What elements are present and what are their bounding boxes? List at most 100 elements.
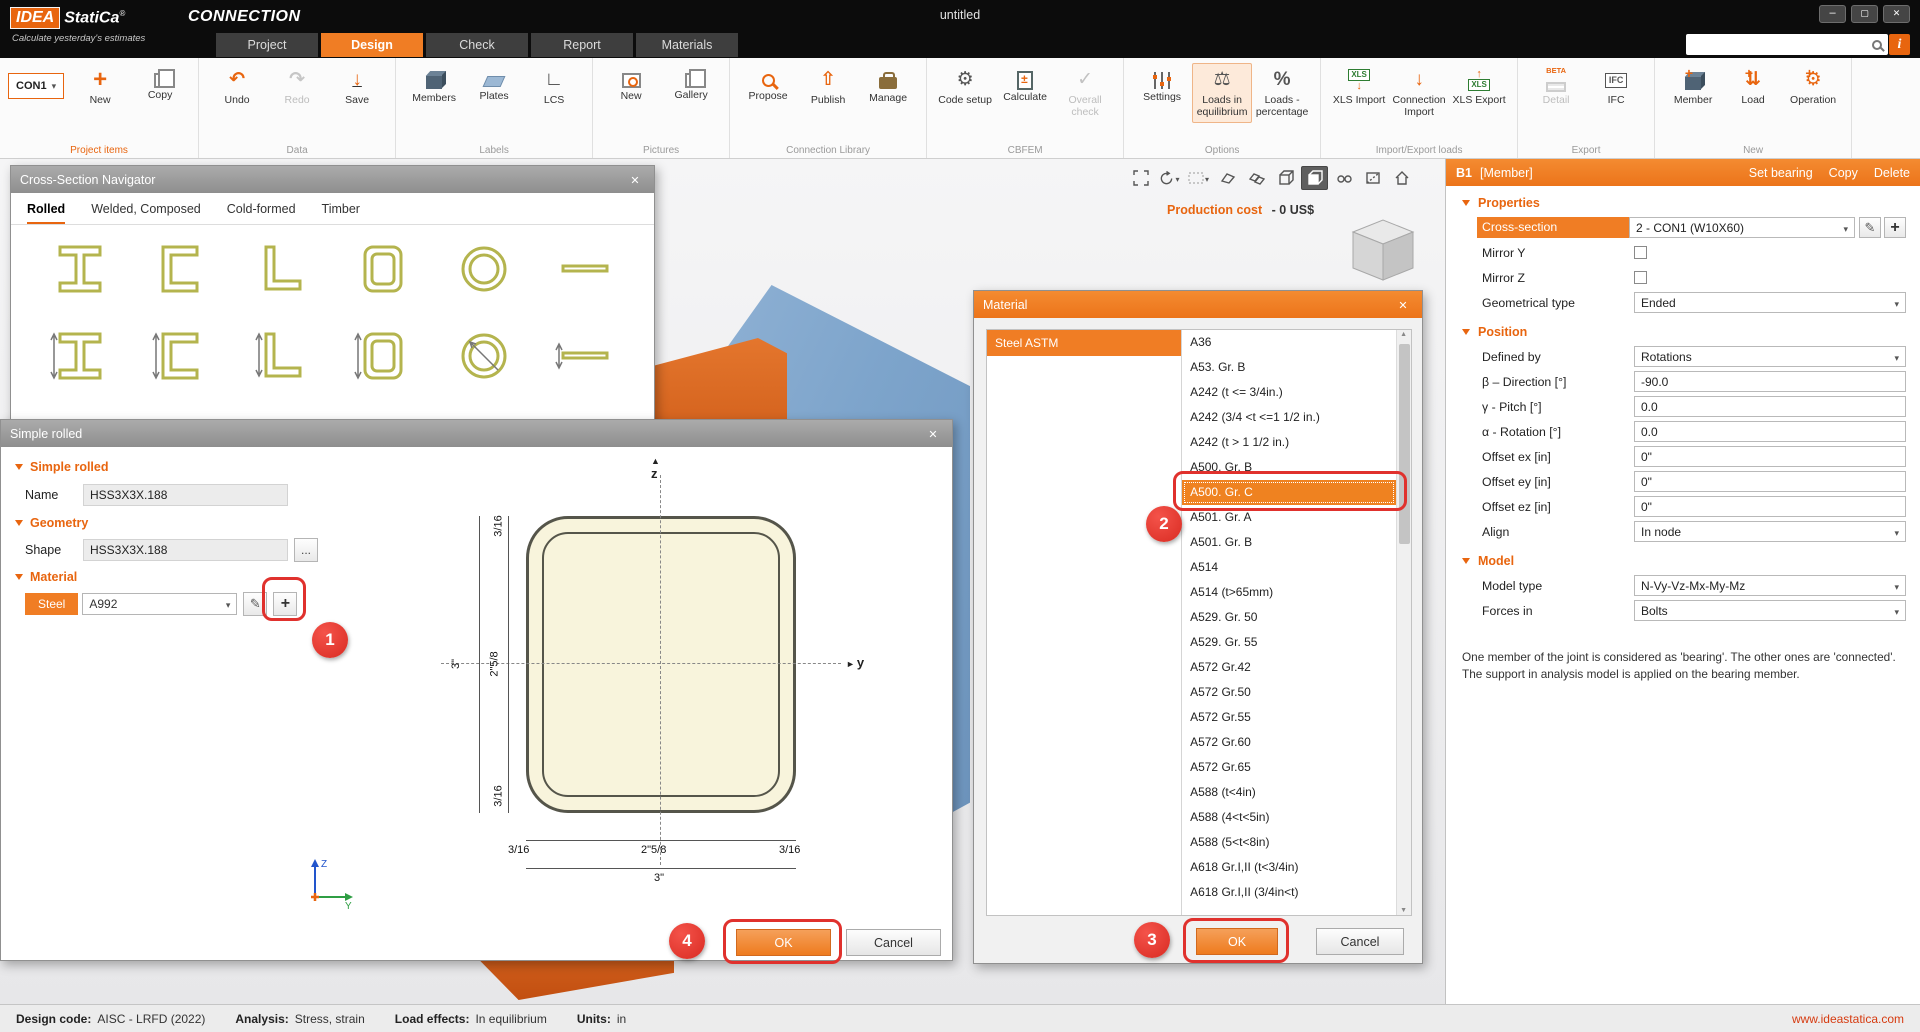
manage-button[interactable]: Manage (858, 63, 918, 109)
add-cross-section-button[interactable] (1884, 217, 1906, 238)
navigator-tab-rolled[interactable]: Rolled (27, 202, 65, 224)
material-grade-item[interactable]: A618 Gr.I,II (t<3/4in) (1182, 855, 1396, 880)
collapse-triangle-icon[interactable] (1462, 558, 1470, 564)
material-grade-item[interactable]: A529. Gr. 55 (1182, 630, 1396, 655)
wireframe-view-icon[interactable] (1330, 166, 1357, 190)
material-grade-item[interactable]: A242 (t > 1 1/2 in.) (1182, 430, 1396, 455)
scrollbar[interactable] (1396, 330, 1411, 915)
material-grade-item[interactable]: A572 Gr.65 (1182, 755, 1396, 780)
settings-button[interactable]: Settings (1132, 63, 1192, 108)
mirror-z-checkbox[interactable] (1634, 271, 1647, 284)
material-category-item[interactable]: Steel ASTM (987, 330, 1181, 356)
shape-input[interactable]: HSS3X3X.188 (83, 539, 288, 561)
new-operation-button[interactable]: + Operation (1783, 63, 1843, 111)
lcs-button[interactable]: LCS (524, 63, 584, 111)
fullscreen-icon[interactable] (1127, 166, 1154, 190)
navigator-titlebar[interactable]: Cross-Section Navigator (11, 166, 654, 193)
navigator-tab-welded-composed[interactable]: Welded, Composed (91, 202, 201, 224)
material-grade-item[interactable]: A572 Gr.42 (1182, 655, 1396, 680)
collapse-triangle-icon[interactable] (15, 574, 23, 580)
tab-project[interactable]: Project (216, 33, 318, 57)
members-labels-button[interactable]: Members (404, 63, 464, 109)
collapse-triangle-icon[interactable] (1462, 329, 1470, 335)
material-grade-item[interactable]: A588 (5<t<8in) (1182, 830, 1396, 855)
tab-report[interactable]: Report (531, 33, 633, 57)
section-shape-channel[interactable] (149, 237, 213, 304)
section-shape-angle[interactable] (250, 237, 314, 304)
new-picture-button[interactable]: New (601, 63, 661, 107)
marquee-select-icon[interactable] (1185, 166, 1212, 190)
material-select[interactable]: A992 (82, 593, 237, 615)
tab-materials[interactable]: Materials (636, 33, 738, 57)
section-shape-flat-bar-dim[interactable] (553, 324, 617, 391)
defined-by-select[interactable]: Rotations (1634, 346, 1906, 367)
material-grade-item[interactable]: A514 (1182, 555, 1396, 580)
material-grade-item[interactable]: A572 Gr.55 (1182, 705, 1396, 730)
orientation-cube[interactable] (1340, 210, 1426, 289)
mirror-y-checkbox[interactable] (1634, 246, 1647, 259)
material-grade-item[interactable]: A618 Gr.I,II (3/4in<t) (1182, 880, 1396, 905)
close-icon[interactable] (625, 173, 645, 187)
material-grade-item[interactable]: A514 (t>65mm) (1182, 580, 1396, 605)
website-link[interactable]: www.ideastatica.com (1792, 1012, 1904, 1026)
simple-rolled-titlebar[interactable]: Simple rolled (1, 420, 952, 447)
gallery-button[interactable]: Gallery (661, 63, 721, 106)
material-grade-item[interactable]: A572 Gr.60 (1182, 730, 1396, 755)
material-grade-item[interactable]: A242 (3/4 <t <=1 1/2 in.) (1182, 405, 1396, 430)
navigator-tab-timber[interactable]: Timber (322, 202, 360, 224)
plates-labels-button[interactable]: Plates (464, 63, 524, 107)
copy-member-button[interactable]: Copy (1829, 166, 1858, 180)
zoom-home-icon[interactable] (1388, 166, 1415, 190)
close-icon[interactable] (923, 427, 943, 441)
code-setup-button[interactable]: Code setup (935, 63, 995, 111)
geometrical-type-select[interactable]: Ended (1634, 292, 1906, 313)
section-shape-pipe-dim[interactable] (452, 324, 516, 391)
new-member-button[interactable]: + Member (1663, 63, 1723, 111)
ifc-export-button[interactable]: IFC IFC (1586, 63, 1646, 111)
view-plane-icon[interactable] (1214, 166, 1241, 190)
cross-section-select[interactable]: 2 - CON1 (W10X60) (1629, 217, 1855, 238)
loads-percentage-button[interactable]: Loads - percentage (1252, 63, 1312, 123)
copy-item-button[interactable]: Copy (130, 63, 190, 106)
info-icon[interactable] (1889, 34, 1910, 55)
offset-ey-input[interactable]: 0" (1634, 471, 1906, 492)
collapse-triangle-icon[interactable] (15, 520, 23, 526)
scrollbar-thumb[interactable] (1399, 344, 1410, 544)
material-grade-item[interactable]: A529. Gr. 50 (1182, 605, 1396, 630)
loads-in-equilibrium-toggle[interactable]: Loads in equilibrium (1192, 63, 1252, 123)
calculate-button[interactable]: Calculate (995, 63, 1055, 108)
connection-import-button[interactable]: Connection Import (1389, 63, 1449, 123)
close-icon[interactable] (1393, 298, 1413, 312)
align-select[interactable]: In node (1634, 521, 1906, 542)
beta-direction-input[interactable]: -90.0 (1634, 371, 1906, 392)
material-grade-item[interactable]: A572 Gr.50 (1182, 680, 1396, 705)
alpha-rotation-input[interactable]: 0.0 (1634, 421, 1906, 442)
model-type-select[interactable]: N-Vy-Vz-Mx-My-Mz (1634, 575, 1906, 596)
material-grade-item[interactable]: A588 (4<t<5in) (1182, 805, 1396, 830)
search-icon[interactable] (1872, 40, 1882, 50)
delete-member-button[interactable]: Delete (1874, 166, 1910, 180)
navigator-tab-cold-formed[interactable]: Cold-formed (227, 202, 296, 224)
xls-export-button[interactable]: ↑ XLS XLS Export (1449, 63, 1509, 111)
search-input[interactable] (1692, 38, 1872, 52)
section-view-icon[interactable] (1359, 166, 1386, 190)
publish-button[interactable]: Publish (798, 63, 858, 111)
propose-button[interactable]: Propose (738, 63, 798, 107)
undo-button[interactable]: Undo (207, 63, 267, 111)
tab-design[interactable]: Design (321, 33, 423, 57)
collapse-triangle-icon[interactable] (15, 464, 23, 470)
offset-ez-input[interactable]: 0" (1634, 496, 1906, 517)
section-shape-flat-bar[interactable] (553, 237, 617, 304)
rotate-view-icon[interactable] (1156, 166, 1183, 190)
material-grade-item[interactable]: A501. Gr. B (1182, 530, 1396, 555)
edit-cross-section-button[interactable] (1859, 217, 1881, 238)
section-shape-rect-tube[interactable] (351, 237, 415, 304)
material-cancel-button[interactable]: Cancel (1316, 928, 1404, 955)
name-input[interactable]: HSS3X3X.188 (83, 484, 288, 506)
browse-shape-button[interactable]: ... (294, 538, 318, 562)
connection-selector[interactable]: CON1 (8, 73, 64, 99)
xls-import-button[interactable]: XLS ↓ XLS Import (1329, 63, 1389, 111)
tab-check[interactable]: Check (426, 33, 528, 57)
offset-ex-input[interactable]: 0" (1634, 446, 1906, 467)
material-grade-item[interactable]: A36 (1182, 330, 1396, 355)
